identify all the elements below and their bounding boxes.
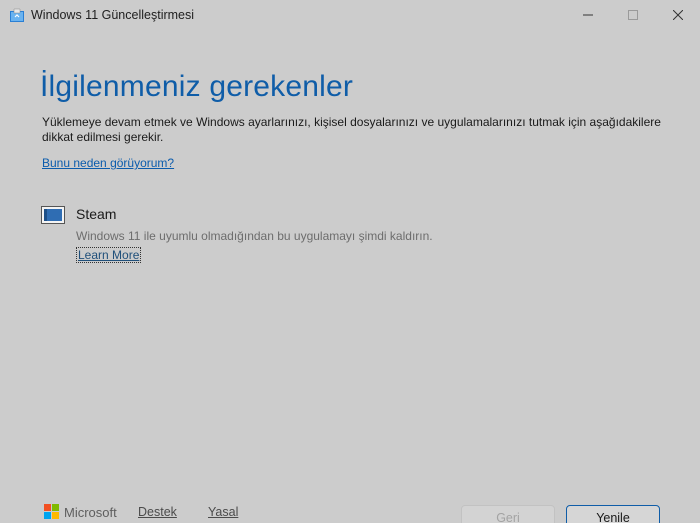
- microsoft-brand: Microsoft: [64, 505, 117, 520]
- support-link[interactable]: Destek: [138, 505, 177, 519]
- learn-more-link[interactable]: Learn More: [76, 247, 142, 263]
- close-button[interactable]: [655, 0, 700, 30]
- legal-link[interactable]: Yasal: [208, 505, 238, 519]
- minimize-icon: [583, 14, 593, 16]
- intro-text: Yüklemeye devam etmek ve Windows ayarlar…: [42, 115, 661, 144]
- microsoft-logo-icon: [44, 504, 60, 520]
- app-description: Windows 11 ile uyumlu olmadığından bu uy…: [76, 229, 433, 243]
- why-am-i-seeing-this-link[interactable]: Bunu neden görüyorum?: [42, 156, 174, 170]
- page-title: İlgilenmeniz gerekenler: [40, 70, 354, 103]
- minimize-button[interactable]: [565, 0, 611, 30]
- setup-window: Windows 11 Güncelleştirmesi İlgilenmeniz…: [0, 0, 700, 523]
- refresh-button[interactable]: Yenile: [566, 505, 660, 523]
- title-bar: Windows 11 Güncelleştirmesi: [0, 0, 700, 30]
- windows-update-icon: [10, 8, 24, 22]
- maximize-icon: [628, 10, 638, 20]
- back-button: Geri: [461, 505, 555, 523]
- app-window-icon: [41, 206, 65, 224]
- app-name: Steam: [76, 206, 117, 222]
- window-title: Windows 11 Güncelleştirmesi: [31, 8, 195, 22]
- maximize-button: [610, 0, 656, 30]
- close-icon: [673, 10, 683, 20]
